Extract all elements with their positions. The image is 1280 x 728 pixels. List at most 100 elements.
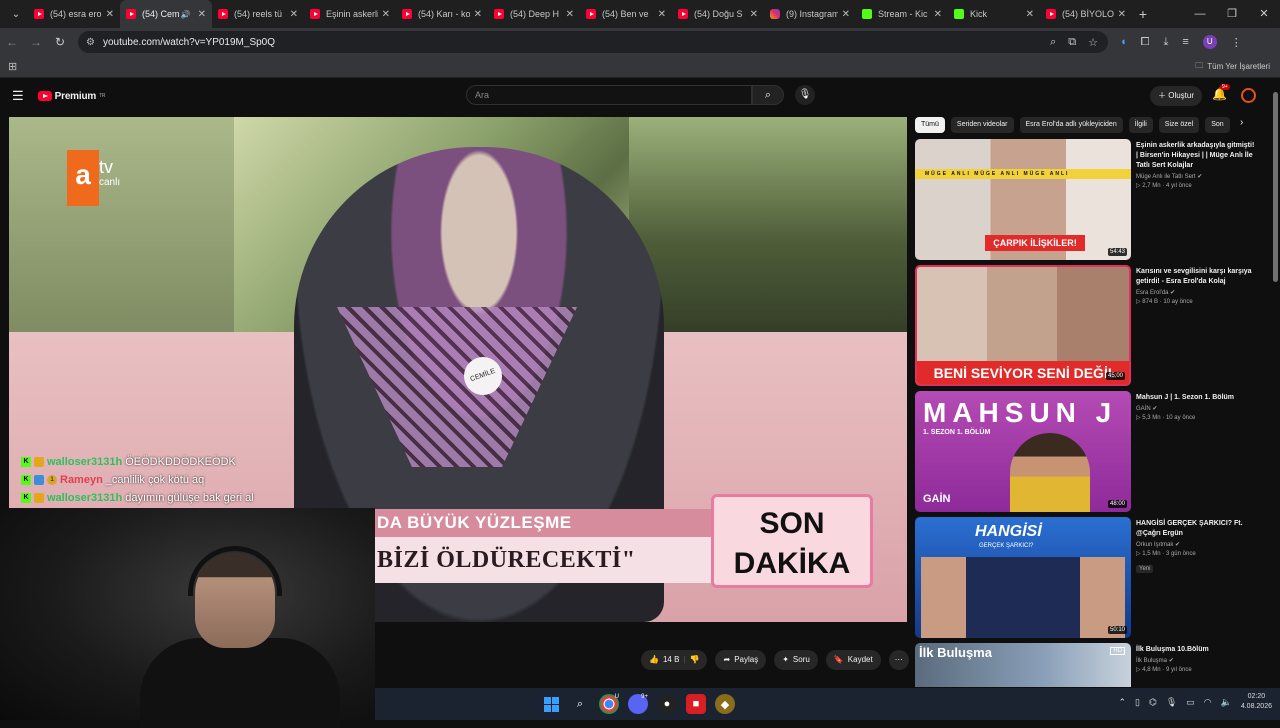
channel-name[interactable]: Orkun Işıtmak ✔ bbox=[1136, 541, 1256, 548]
browser-tab[interactable]: Eşinin askerli ✕ bbox=[304, 0, 396, 28]
browser-tab[interactable]: (9) Instagram ✕ bbox=[764, 0, 856, 28]
hamburger-menu-icon[interactable]: ☰ bbox=[12, 88, 24, 104]
recommendation-item[interactable]: İlk Buluşma HD İlk Buluşma 10.Bölüm İlk … bbox=[915, 643, 1265, 687]
zoom-icon[interactable]: ⌕ bbox=[1050, 36, 1056, 49]
extension-icon[interactable]: ◖ bbox=[1120, 36, 1127, 48]
apps-grid-icon[interactable]: ⊞ bbox=[8, 60, 17, 73]
tray-chevron-icon[interactable]: ⌃ bbox=[1118, 697, 1126, 708]
account-avatar[interactable] bbox=[1241, 88, 1256, 103]
yellow-app-taskbar-icon[interactable]: ◆ bbox=[715, 694, 735, 714]
video-title[interactable]: HANGİSİ GERÇEK ŞARKICI? Ft. @Çağrı Ergün bbox=[1136, 519, 1256, 539]
video-thumbnail[interactable]: MÜGE ANLI MÜGE ANLI MÜGE ANLI ÇARPIK İLİ… bbox=[915, 139, 1131, 260]
close-window-icon[interactable]: ✕ bbox=[1248, 0, 1280, 28]
recommendation-item[interactable]: MÜGE ANLI MÜGE ANLI MÜGE ANLI ÇARPIK İLİ… bbox=[915, 139, 1265, 265]
clock[interactable]: 02:20 4.08.2026 bbox=[1241, 692, 1272, 712]
create-button[interactable]: ＋ Oluştur bbox=[1150, 86, 1203, 106]
display-icon[interactable]: ▭ bbox=[1186, 697, 1195, 708]
reload-icon[interactable]: ↻ bbox=[48, 35, 72, 49]
chip-all[interactable]: Tümü bbox=[915, 117, 945, 133]
browser-tab[interactable]: (54) Deep H ✕ bbox=[488, 0, 580, 28]
video-thumbnail[interactable]: İlk Buluşma HD bbox=[915, 643, 1131, 687]
wifi-icon[interactable]: ◠ bbox=[1204, 697, 1212, 708]
browser-tab[interactable]: Kick ✕ bbox=[948, 0, 1040, 28]
like-button[interactable]: 👍 14 B | 👎 bbox=[641, 650, 708, 670]
video-thumbnail[interactable]: BENİ SEVİYOR SENİ DEĞİL 45:00 bbox=[915, 265, 1131, 386]
profile-avatar[interactable]: U bbox=[1202, 35, 1217, 49]
volume-icon[interactable]: 🔈 bbox=[1221, 697, 1232, 708]
browser-tab[interactable]: Stream - Kic ✕ bbox=[856, 0, 948, 28]
chrome-taskbar-icon[interactable]: U bbox=[599, 694, 619, 714]
discord-taskbar-icon[interactable]: 9+ bbox=[628, 694, 648, 714]
windows-start-icon[interactable] bbox=[541, 694, 561, 714]
new-tab-button[interactable]: + bbox=[1132, 6, 1154, 22]
chrome-menu-icon[interactable]: ⋮ bbox=[1231, 36, 1242, 49]
recommendation-item[interactable]: HANGİSİ GERÇEK ŞARKICI? 50:10 HANGİSİ GE… bbox=[915, 517, 1265, 643]
notifications-bell-icon[interactable]: 🔔 9+ bbox=[1212, 84, 1230, 101]
scrollbar-thumb[interactable] bbox=[1273, 92, 1278, 282]
browser-tab[interactable]: (54) reels tü ✕ bbox=[212, 0, 304, 28]
close-tab-icon[interactable]: ✕ bbox=[842, 9, 850, 20]
browser-tab[interactable]: (54) BİYOLO ✕ bbox=[1040, 0, 1132, 28]
close-tab-icon[interactable]: ✕ bbox=[934, 9, 942, 20]
audio-playing-icon[interactable]: 🔊 bbox=[181, 10, 191, 19]
minimize-icon[interactable]: — bbox=[1184, 0, 1216, 28]
page-scrollbar[interactable] bbox=[1271, 80, 1280, 688]
video-title[interactable]: Karısını ve sevgilisini karşı karşıya ge… bbox=[1136, 267, 1256, 287]
tab-search-button[interactable]: ⌄ bbox=[4, 3, 28, 25]
channel-name[interactable]: Esra Erol'da ✔ bbox=[1136, 289, 1256, 296]
more-actions-icon[interactable]: ⋯ bbox=[888, 650, 909, 670]
back-icon[interactable]: ← bbox=[0, 35, 24, 49]
close-tab-icon[interactable]: ✕ bbox=[382, 9, 390, 20]
maximize-icon[interactable]: ❐ bbox=[1216, 0, 1248, 28]
taskbar-search-icon[interactable]: ⌕ bbox=[570, 694, 590, 714]
share-button[interactable]: ➦ Paylaş bbox=[715, 650, 767, 670]
channel-name[interactable]: Müge Anlı ile Tatlı Sert ✔ bbox=[1136, 173, 1256, 180]
ask-button[interactable]: ✦ Soru bbox=[774, 650, 818, 670]
url-input[interactable]: ⚙ youtube.com/watch?v=YP019M_Sp0Q ⌕ ⧉ ☆ bbox=[78, 31, 1108, 53]
chip-recent[interactable]: Son bbox=[1205, 117, 1230, 133]
site-info-icon[interactable]: ⚙ bbox=[86, 37, 95, 48]
browser-tab-active[interactable]: (54) Cem 🔊 ✕ bbox=[120, 0, 212, 28]
video-title[interactable]: Eşinin askerlik arkadaşıyla gitmişti! | … bbox=[1136, 141, 1256, 171]
chip-uploader[interactable]: Esra Erol'da adlı yükleyiciden bbox=[1019, 117, 1123, 133]
battery-icon[interactable]: ▯ bbox=[1135, 697, 1140, 708]
cast-icon[interactable]: ⧉ bbox=[1068, 36, 1076, 49]
close-tab-icon[interactable]: ✕ bbox=[290, 9, 298, 20]
mic-tray-icon[interactable]: 🎙 bbox=[1166, 697, 1177, 708]
save-button[interactable]: 🔖 Kaydet bbox=[825, 650, 881, 670]
bookmark-star-icon[interactable]: ☆ bbox=[1088, 36, 1098, 49]
voice-search-icon[interactable]: 🎙 bbox=[795, 85, 815, 105]
close-tab-icon[interactable]: ✕ bbox=[474, 9, 482, 20]
downloads-icon[interactable]: ⤓ bbox=[1163, 36, 1168, 49]
video-thumbnail[interactable]: MAHSUN J 1. SEZON 1. BÖLÜM GAİN 48:00 bbox=[915, 391, 1131, 512]
channel-name[interactable]: GAİN ✔ bbox=[1136, 405, 1256, 412]
all-bookmarks-folder[interactable]: 🗀 Tüm Yer İşaretleri bbox=[1195, 60, 1280, 74]
thumbs-down-icon[interactable]: 👎 bbox=[690, 650, 700, 670]
search-input[interactable]: Ara bbox=[466, 85, 752, 105]
close-tab-icon[interactable]: ✕ bbox=[198, 9, 206, 20]
close-tab-icon[interactable]: ✕ bbox=[750, 9, 758, 20]
chip-related[interactable]: İlgili bbox=[1128, 117, 1153, 133]
app-taskbar-icon[interactable]: ● bbox=[657, 694, 677, 714]
close-tab-icon[interactable]: ✕ bbox=[1026, 9, 1034, 20]
media-control-icon[interactable]: ≡ bbox=[1182, 36, 1188, 48]
red-app-taskbar-icon[interactable]: ■ bbox=[686, 694, 706, 714]
video-title[interactable]: Mahsun J | 1. Sezon 1. Bölüm bbox=[1136, 393, 1256, 403]
close-tab-icon[interactable]: ✕ bbox=[1118, 9, 1126, 20]
channel-name[interactable]: İlk Buluşma ✔ bbox=[1136, 657, 1256, 664]
chip-for-you[interactable]: Size özel bbox=[1158, 117, 1200, 133]
chip-series[interactable]: Seriden videolar bbox=[950, 117, 1014, 133]
browser-tab[interactable]: (54) Karı - ko ✕ bbox=[396, 0, 488, 28]
browser-tab[interactable]: (54) Ben ve ✕ bbox=[580, 0, 672, 28]
close-tab-icon[interactable]: ✕ bbox=[658, 9, 666, 20]
browser-tab[interactable]: (54) esra ero ✕ bbox=[28, 0, 120, 28]
browser-tab[interactable]: (54) Doğu S ✕ bbox=[672, 0, 764, 28]
close-tab-icon[interactable]: ✕ bbox=[566, 9, 574, 20]
video-thumbnail[interactable]: HANGİSİ GERÇEK ŞARKICI? 50:10 bbox=[915, 517, 1131, 638]
extensions-puzzle-icon[interactable]: ⧠ bbox=[1141, 36, 1150, 49]
video-title[interactable]: İlk Buluşma 10.Bölüm bbox=[1136, 645, 1256, 655]
youtube-premium-logo[interactable]: Premium TR bbox=[37, 91, 106, 102]
search-icon[interactable]: ⌕ bbox=[752, 85, 784, 105]
forward-icon[interactable]: → bbox=[24, 35, 48, 49]
network-icon[interactable]: ⌬ bbox=[1149, 697, 1157, 708]
